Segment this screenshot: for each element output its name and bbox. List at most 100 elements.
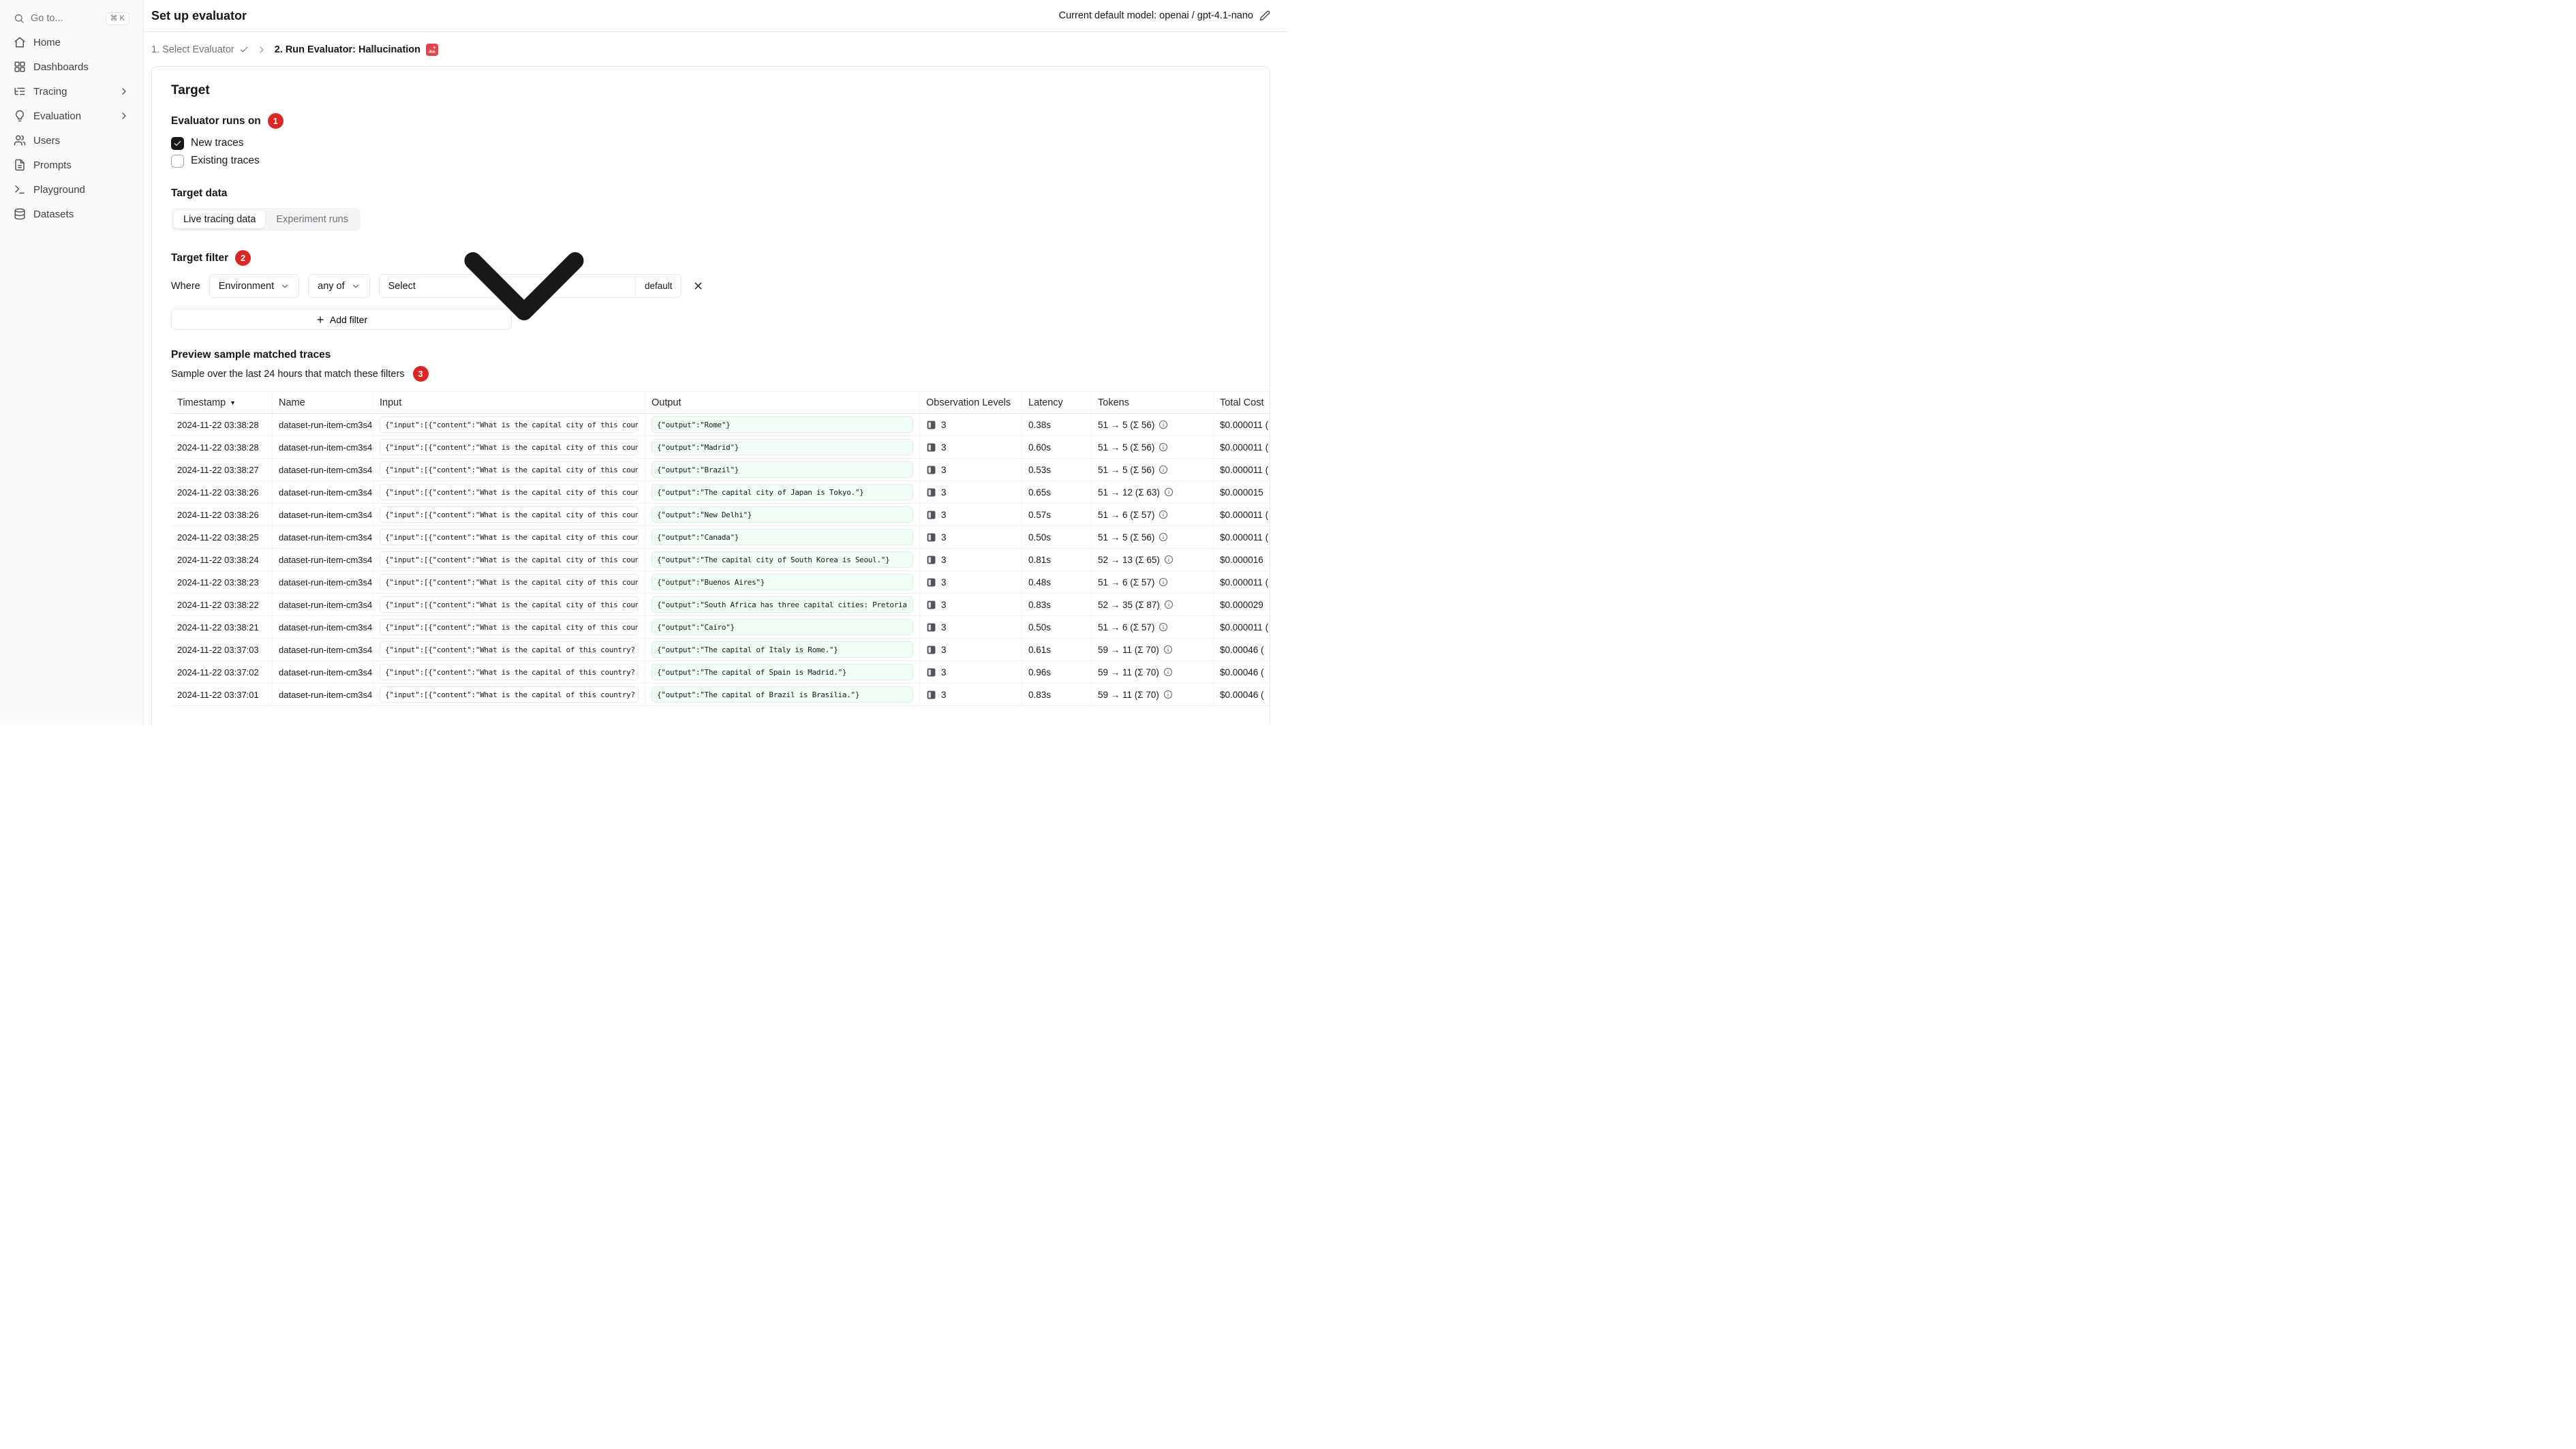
- cell-observation-levels: 3: [919, 436, 1022, 458]
- table-row[interactable]: 2024-11-22 03:38:24 dataset-run-item-cm3…: [171, 549, 1270, 571]
- input-json: {"input":[{"content":"What is the capita…: [380, 551, 639, 568]
- output-json: {"output":"Madrid"}: [651, 439, 913, 455]
- info-icon[interactable]: [1159, 532, 1168, 542]
- info-icon[interactable]: [1163, 667, 1173, 677]
- cell-input: {"input":[{"content":"What is the capita…: [373, 436, 645, 458]
- col-output[interactable]: Output: [645, 392, 919, 413]
- cell-input: {"input":[{"content":"What is the capita…: [373, 459, 645, 481]
- filter-operator-select[interactable]: any of: [308, 274, 370, 298]
- sidebar-item-prompts[interactable]: Prompts: [8, 153, 135, 177]
- cell-input: {"input":[{"content":"What is the capita…: [373, 549, 645, 570]
- info-icon[interactable]: [1164, 487, 1174, 497]
- col-latency[interactable]: Latency: [1022, 392, 1091, 413]
- table-row[interactable]: 2024-11-22 03:38:27 dataset-run-item-cm3…: [171, 459, 1270, 481]
- tab-experiment-runs[interactable]: Experiment runs: [266, 211, 358, 228]
- checkbox-checked-icon: [171, 136, 184, 150]
- cell-observation-levels: 3: [919, 504, 1022, 525]
- chevron-down-icon: [351, 281, 361, 291]
- sidebar-item-datasets[interactable]: Datasets: [8, 202, 135, 226]
- info-icon[interactable]: [1159, 622, 1168, 632]
- output-json: {"output":"Rome"}: [651, 416, 913, 433]
- col-timestamp[interactable]: Timestamp ▼: [171, 392, 272, 413]
- cell-name: dataset-run-item-cm3s4: [272, 504, 373, 525]
- preview-subtitle: Sample over the last 24 hours that match…: [171, 366, 1251, 382]
- input-json: {"input":[{"content":"What is the capita…: [380, 484, 639, 500]
- sidebar-item-label: Datasets: [33, 208, 74, 220]
- sidebar-item-users[interactable]: Users: [8, 128, 135, 153]
- default-model-label: Current default model: openai / gpt-4.1-…: [1058, 10, 1253, 21]
- col-name[interactable]: Name: [272, 392, 373, 413]
- info-icon[interactable]: [1159, 510, 1168, 519]
- cell-name: dataset-run-item-cm3s4: [272, 549, 373, 570]
- sidebar-item-label: Prompts: [33, 159, 72, 171]
- table-row[interactable]: 2024-11-22 03:38:26 dataset-run-item-cm3…: [171, 504, 1270, 526]
- checkbox-new-traces[interactable]: New traces: [171, 134, 1251, 152]
- info-icon[interactable]: [1163, 690, 1173, 699]
- col-input[interactable]: Input: [373, 392, 645, 413]
- col-tokens[interactable]: Tokens: [1091, 392, 1213, 413]
- observation-levels-icon: [926, 600, 936, 610]
- cell-observation-levels: 3: [919, 684, 1022, 705]
- sidebar-item-evaluation[interactable]: Evaluation: [8, 104, 135, 128]
- edit-model-icon[interactable]: [1259, 10, 1270, 21]
- users-icon: [14, 134, 26, 147]
- table-row[interactable]: 2024-11-22 03:38:21 dataset-run-item-cm3…: [171, 616, 1270, 639]
- table-row[interactable]: 2024-11-22 03:38:25 dataset-run-item-cm3…: [171, 526, 1270, 549]
- table-row[interactable]: 2024-11-22 03:37:02 dataset-run-item-cm3…: [171, 661, 1270, 684]
- filter-column-select[interactable]: Environment: [209, 274, 300, 298]
- filter-value-chip[interactable]: default: [634, 275, 681, 297]
- cell-name: dataset-run-item-cm3s4: [272, 616, 373, 638]
- tab-live-tracing-data[interactable]: Live tracing data: [174, 211, 266, 228]
- sidebar-item-tracing[interactable]: Tracing: [8, 79, 135, 104]
- input-json: {"input":[{"content":"What is the capita…: [380, 619, 639, 635]
- cell-latency: 0.83s: [1022, 594, 1091, 615]
- table-row[interactable]: 2024-11-22 03:38:26 dataset-run-item-cm3…: [171, 481, 1270, 504]
- cell-name: dataset-run-item-cm3s4: [272, 526, 373, 548]
- checkbox-existing-traces[interactable]: Existing traces: [171, 152, 1251, 170]
- cell-output: {"output":"The capital of Italy is Rome.…: [645, 639, 919, 660]
- table-row[interactable]: 2024-11-22 03:38:23 dataset-run-item-cm3…: [171, 571, 1270, 594]
- sidebar-item-playground[interactable]: Playground: [8, 177, 135, 202]
- sidebar-item-home[interactable]: Home: [8, 30, 135, 55]
- cell-tokens: 59 → 11 (Σ 70): [1091, 661, 1213, 683]
- col-total-cost[interactable]: Total Cost: [1213, 392, 1270, 413]
- input-json: {"input":[{"content":"What is the capita…: [380, 461, 639, 478]
- remove-filter-icon[interactable]: [692, 280, 704, 292]
- cell-timestamp: 2024-11-22 03:38:28: [177, 419, 259, 430]
- check-icon: [239, 45, 249, 55]
- output-json: {"output":"The capital city of South Kor…: [651, 551, 913, 568]
- info-icon[interactable]: [1159, 420, 1168, 429]
- info-icon[interactable]: [1164, 600, 1174, 609]
- table-row[interactable]: 2024-11-22 03:38:22 dataset-run-item-cm3…: [171, 594, 1270, 616]
- sidebar-item-dashboards[interactable]: Dashboards: [8, 55, 135, 79]
- cell-total-cost: $0.000011 (: [1213, 436, 1270, 458]
- cell-total-cost: $0.000011 (: [1213, 459, 1270, 481]
- info-icon[interactable]: [1159, 465, 1168, 474]
- info-icon[interactable]: [1159, 577, 1168, 587]
- app-root: Go to... ⌘ K Home Dashboards Tracing Eva…: [0, 0, 1288, 724]
- cell-tokens: 51 → 5 (Σ 56): [1091, 459, 1213, 481]
- info-icon[interactable]: [1159, 442, 1168, 452]
- search-icon: [14, 13, 25, 24]
- filter-value-trigger[interactable]: Select: [380, 251, 635, 320]
- goto-search[interactable]: Go to... ⌘ K: [8, 7, 135, 30]
- output-json: {"output":"The capital of Italy is Rome.…: [651, 641, 913, 658]
- table-row[interactable]: 2024-11-22 03:38:28 dataset-run-item-cm3…: [171, 436, 1270, 459]
- table-row[interactable]: 2024-11-22 03:37:01 dataset-run-item-cm3…: [171, 684, 1270, 706]
- preview-title: Preview sample matched traces: [171, 349, 331, 361]
- cell-timestamp: 2024-11-22 03:38:28: [177, 442, 259, 453]
- main-area: Set up evaluator Current default model: …: [144, 0, 1288, 724]
- info-icon[interactable]: [1163, 645, 1173, 654]
- table-row[interactable]: 2024-11-22 03:37:03 dataset-run-item-cm3…: [171, 639, 1270, 661]
- info-icon[interactable]: [1164, 555, 1174, 564]
- cell-output: {"output":"South Africa has three capita…: [645, 594, 919, 615]
- col-observation-levels[interactable]: Observation Levels: [919, 392, 1022, 413]
- cell-timestamp: 2024-11-22 03:38:24: [177, 554, 259, 565]
- step2-label: 2. Run Evaluator: Hallucination: [274, 44, 421, 55]
- target-filter-label: Target filter 2: [171, 250, 1251, 266]
- step-select-evaluator[interactable]: 1. Select Evaluator: [151, 44, 249, 55]
- table-row[interactable]: 2024-11-22 03:38:28 dataset-run-item-cm3…: [171, 414, 1270, 436]
- observation-levels-icon: [926, 667, 936, 677]
- cell-observation-levels: 3: [919, 616, 1022, 638]
- output-json: {"output":"Buenos Aires"}: [651, 574, 913, 590]
